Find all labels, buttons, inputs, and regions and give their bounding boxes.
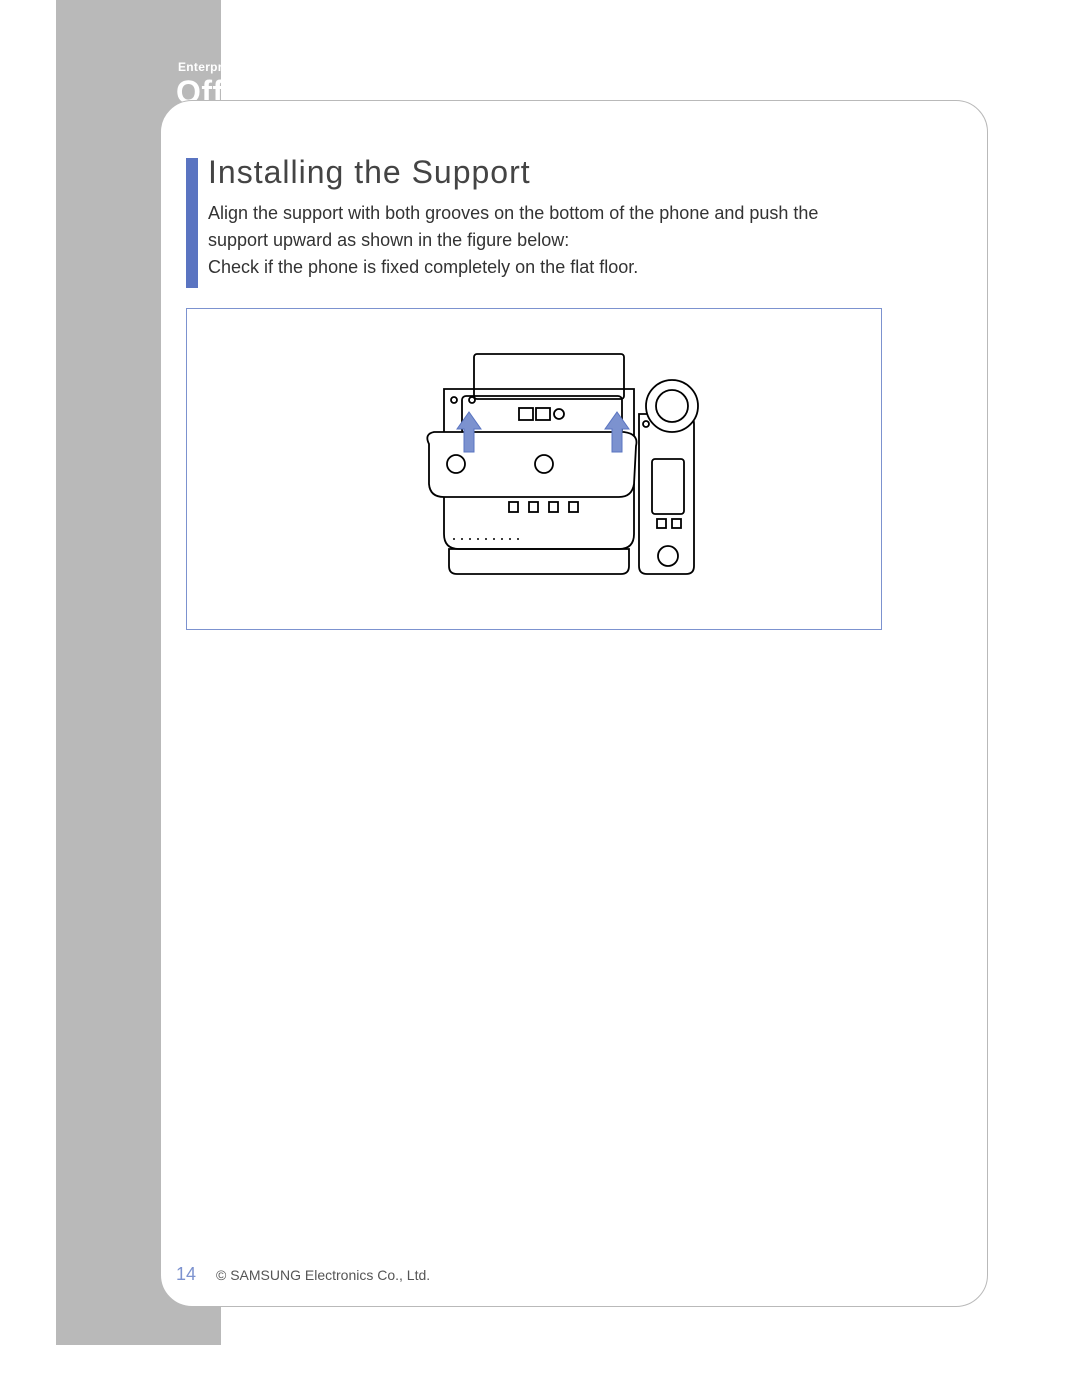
page-content-panel [160,100,988,1307]
phone-support-diagram-icon [334,334,734,604]
paragraph-1: Align the support with both grooves on t… [208,200,878,254]
copyright-text: © SAMSUNG Electronics Co., Ltd. [216,1267,430,1283]
installation-figure [186,308,882,630]
page-number: 14 [176,1264,196,1285]
page-title: Installing the Support [208,154,531,191]
heading-accent-bar [186,158,198,288]
body-text: Align the support with both grooves on t… [208,200,878,281]
brand-tagline: Enterprise IP Solutions [178,60,317,74]
paragraph-2: Check if the phone is fixed completely o… [208,254,878,281]
